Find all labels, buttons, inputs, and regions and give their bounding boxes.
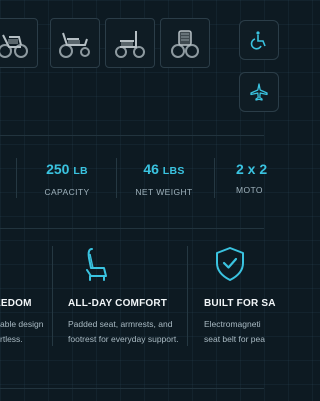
side-action-wheelchair[interactable] [239,20,279,60]
side-action-airplane[interactable] [239,72,279,112]
section-divider [0,388,264,389]
thumbnail-wheelchair-folded[interactable] [105,18,155,68]
wheelchair-front-image [0,34,28,58]
spec-net-weight: 46 LBS NET WEIGHT [132,160,196,206]
feature-comfort-desc: Padded seat, armrests, and footrest for e… [68,319,179,344]
spec-capacity-label: CAPACITY [44,187,90,197]
thumbnail-wheelchair-front[interactable] [0,18,38,68]
spec-separator [116,158,117,198]
thumbnail-wheelchair-side[interactable] [50,18,100,68]
feature-safety-desc: Electromagneti seat belt for pea [204,319,265,344]
spec-separator [16,158,17,198]
thumbnail-wheelchair-rear[interactable] [160,18,210,68]
section-divider [0,135,264,136]
feature-freedom-desc: able design rtless. [0,319,44,344]
airplane-icon [250,83,268,101]
wheelchair-side-image [59,32,90,58]
shield-check-icon [216,247,244,281]
section-divider [0,228,264,229]
wheelchair-folded-image [115,31,145,58]
seat-icon [86,248,107,281]
feature-separator [187,246,188,346]
spec-capacity: 250 LB CAPACITY [38,160,96,206]
spec-separator [214,158,215,198]
feature-freedom-title: EEDOM [0,298,32,309]
wheelchair-rear-image [171,30,199,58]
feature-comfort-title: ALL-DAY COMFORT [68,298,168,309]
spec-net-weight-value: 46 LBS [143,161,185,177]
spec-motor-value: 2 x 2 [236,161,268,177]
spec-capacity-value: 250 LB [46,161,88,177]
spec-motor-label: MOTO [236,185,263,195]
spec-motor: 2 x 2 MOTO [236,160,268,206]
wheelchair-icon [250,31,266,50]
feature-separator [52,246,53,346]
feature-safety-title: BUILT FOR SA [204,298,276,309]
spec-net-weight-label: NET WEIGHT [135,187,193,197]
